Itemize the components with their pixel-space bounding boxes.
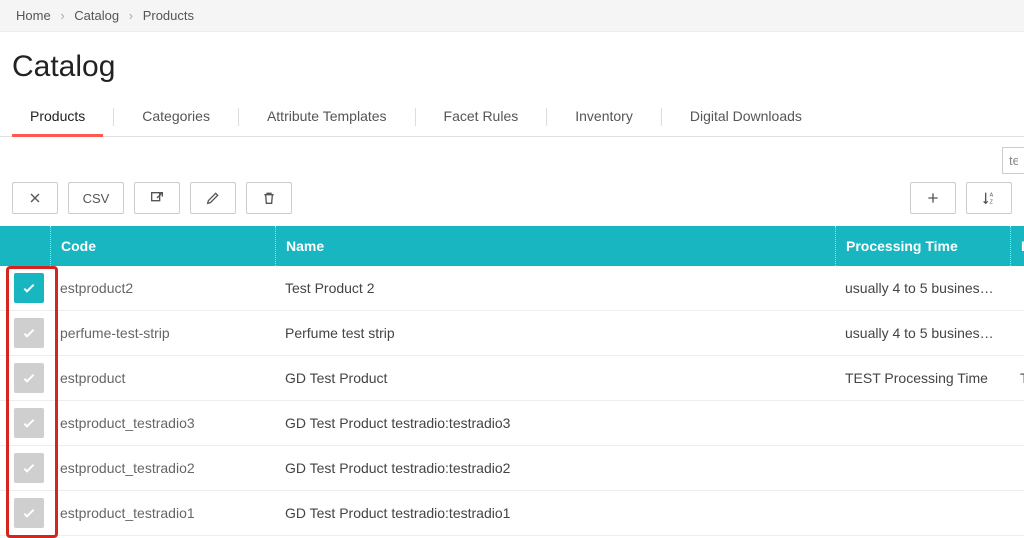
cell-name: GD Test Product testradio:testradio3 (275, 415, 835, 431)
table-row[interactable]: estproduct_testradio2 GD Test Product te… (0, 446, 1024, 491)
chevron-right-icon: › (60, 8, 64, 23)
cell-code: estproduct2 (50, 280, 275, 296)
header-name[interactable]: Name (275, 226, 835, 266)
header-last[interactable]: F (1010, 226, 1024, 266)
cell-last: T (1010, 370, 1024, 386)
search-input[interactable] (1002, 147, 1024, 174)
close-button[interactable] (12, 182, 58, 214)
table-body: estproduct2 Test Product 2 usually 4 to … (0, 266, 1024, 536)
table-row[interactable]: estproduct2 Test Product 2 usually 4 to … (0, 266, 1024, 311)
tab-attribute-templates[interactable]: Attribute Templates (249, 98, 405, 136)
row-checkbox[interactable] (14, 408, 44, 438)
tab-products[interactable]: Products (12, 98, 103, 136)
table-row[interactable]: perfume-test-strip Perfume test strip us… (0, 311, 1024, 356)
cell-name: Test Product 2 (275, 280, 835, 296)
tab-digital-downloads[interactable]: Digital Downloads (672, 98, 820, 136)
cell-processing: usually 4 to 5 busines… (835, 280, 1010, 296)
row-checkbox[interactable] (14, 453, 44, 483)
cell-code: estproduct_testradio1 (50, 505, 275, 521)
svg-text:A: A (990, 193, 994, 199)
plus-icon (925, 190, 941, 206)
check-icon (21, 505, 37, 521)
toolbar: CSV AZ (0, 178, 1024, 226)
cell-processing: usually 4 to 5 busines… (835, 325, 1010, 341)
add-button[interactable] (910, 182, 956, 214)
chevron-right-icon: › (129, 8, 133, 23)
csv-button[interactable]: CSV (68, 182, 124, 214)
trash-icon (261, 190, 277, 206)
row-checkbox[interactable] (14, 363, 44, 393)
export-icon (149, 190, 165, 206)
row-checkbox[interactable] (14, 498, 44, 528)
cell-processing: TEST Processing Time (835, 370, 1010, 386)
sort-az-icon: AZ (981, 190, 997, 206)
cell-name: Perfume test strip (275, 325, 835, 341)
check-icon (21, 460, 37, 476)
tabs: Products Categories Attribute Templates … (0, 98, 1024, 137)
page-title: Catalog (12, 50, 1024, 84)
crumb-products[interactable]: Products (143, 8, 194, 23)
svg-text:Z: Z (990, 199, 994, 205)
crumb-catalog[interactable]: Catalog (74, 8, 119, 23)
sort-button[interactable]: AZ (966, 182, 1012, 214)
check-icon (21, 280, 37, 296)
crumb-home[interactable]: Home (16, 8, 51, 23)
header-checkbox-col (0, 226, 50, 266)
header-code[interactable]: Code (50, 226, 275, 266)
cell-code: estproduct (50, 370, 275, 386)
check-icon (21, 325, 37, 341)
cell-name: GD Test Product testradio:testradio1 (275, 505, 835, 521)
tab-inventory[interactable]: Inventory (557, 98, 651, 136)
edit-button[interactable] (190, 182, 236, 214)
export-button[interactable] (134, 182, 180, 214)
cell-code: estproduct_testradio3 (50, 415, 275, 431)
tab-categories[interactable]: Categories (124, 98, 228, 136)
table-row[interactable]: estproduct_testradio3 GD Test Product te… (0, 401, 1024, 446)
delete-button[interactable] (246, 182, 292, 214)
cell-code: perfume-test-strip (50, 325, 275, 341)
table-header: Code Name Processing Time F (0, 226, 1024, 266)
row-checkbox[interactable] (14, 318, 44, 348)
check-icon (21, 415, 37, 431)
cell-code: estproduct_testradio2 (50, 460, 275, 476)
close-icon (27, 190, 43, 206)
table-row[interactable]: estproduct_testradio1 GD Test Product te… (0, 491, 1024, 536)
breadcrumb: Home › Catalog › Products (0, 0, 1024, 32)
cell-name: GD Test Product testradio:testradio2 (275, 460, 835, 476)
tab-facet-rules[interactable]: Facet Rules (426, 98, 537, 136)
check-icon (21, 370, 37, 386)
cell-name: GD Test Product (275, 370, 835, 386)
row-checkbox[interactable] (14, 273, 44, 303)
table-row[interactable]: estproduct GD Test Product TEST Processi… (0, 356, 1024, 401)
header-processing[interactable]: Processing Time (835, 226, 1010, 266)
pencil-icon (205, 190, 221, 206)
